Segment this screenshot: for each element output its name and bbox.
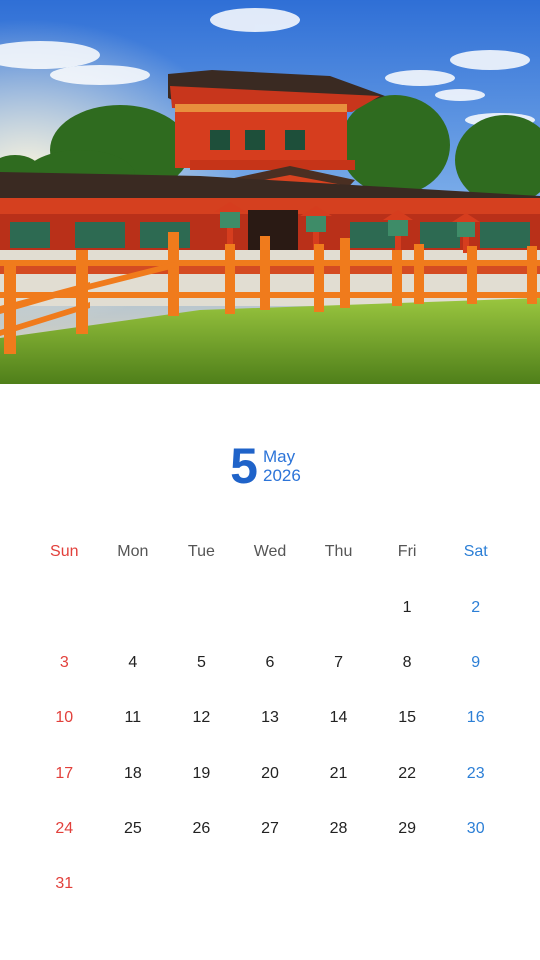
weekday-wed: Wed <box>253 543 287 560</box>
empty-day-cell <box>304 856 373 911</box>
empty-day-cell <box>236 580 305 635</box>
day-cell[interactable]: 16 <box>441 690 510 745</box>
shrine-illustration <box>0 0 540 384</box>
day-cell[interactable]: 19 <box>167 746 236 801</box>
empty-day-cell <box>167 580 236 635</box>
month-name: May <box>263 447 296 466</box>
day-cell[interactable]: 23 <box>441 746 510 801</box>
empty-day-cell <box>236 856 305 911</box>
calendar-grid: 1 2 3 4 5 6 7 8 9 10 11 12 13 14 15 16 17 18 19 20 21 22 23 24 2… <box>30 580 510 911</box>
weekday-sat: Sat <box>463 543 488 560</box>
empty-day-cell <box>304 580 373 635</box>
day-cell[interactable]: 17 <box>30 746 99 801</box>
day-cell[interactable]: 12 <box>167 690 236 745</box>
empty-day-cell <box>99 580 168 635</box>
day-cell[interactable]: 18 <box>99 746 168 801</box>
empty-day-cell <box>167 856 236 911</box>
day-cell[interactable]: 1 <box>373 580 442 635</box>
month-header: 5 May 2026 <box>0 438 540 498</box>
day-cell[interactable]: 3 <box>30 635 99 690</box>
day-cell[interactable]: 20 <box>236 746 305 801</box>
weekday-thu: Thu <box>324 543 353 560</box>
day-cell[interactable]: 30 <box>441 801 510 856</box>
weekday-fri: Fri <box>397 543 417 560</box>
day-cell[interactable]: 28 <box>304 801 373 856</box>
day-cell[interactable]: 4 <box>99 635 168 690</box>
day-cell[interactable]: 13 <box>236 690 305 745</box>
day-cell[interactable]: 21 <box>304 746 373 801</box>
day-cell[interactable]: 14 <box>304 690 373 745</box>
weekday-mon: Mon <box>117 543 149 560</box>
month-number: 5 <box>230 438 258 494</box>
day-cell[interactable]: 31 <box>30 856 99 911</box>
weekday-tue: Tue <box>187 543 215 560</box>
empty-day-cell <box>30 580 99 635</box>
day-cell[interactable]: 22 <box>373 746 442 801</box>
empty-day-cell <box>373 856 442 911</box>
day-cell[interactable]: 6 <box>236 635 305 690</box>
day-cell[interactable]: 15 <box>373 690 442 745</box>
day-cell[interactable]: 8 <box>373 635 442 690</box>
day-cell[interactable]: 29 <box>373 801 442 856</box>
empty-day-cell <box>99 856 168 911</box>
day-cell[interactable]: 26 <box>167 801 236 856</box>
day-cell[interactable]: 25 <box>99 801 168 856</box>
day-cell[interactable]: 24 <box>30 801 99 856</box>
day-cell[interactable]: 27 <box>236 801 305 856</box>
empty-day-cell <box>441 856 510 911</box>
shrine-photo <box>0 0 540 384</box>
day-cell[interactable]: 5 <box>167 635 236 690</box>
day-cell[interactable]: 10 <box>30 690 99 745</box>
month-year: 2026 <box>263 466 301 485</box>
day-cell[interactable]: 7 <box>304 635 373 690</box>
weekday-sun: Sun <box>50 543 79 560</box>
weekday-header-row: Sun Mon Tue Wed Thu Fri Sat <box>30 538 510 566</box>
day-cell[interactable]: 2 <box>441 580 510 635</box>
day-cell[interactable]: 11 <box>99 690 168 745</box>
day-cell[interactable]: 9 <box>441 635 510 690</box>
